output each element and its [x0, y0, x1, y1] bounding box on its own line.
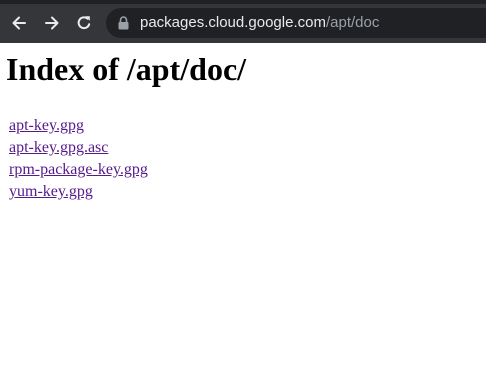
lock-icon: [118, 16, 129, 30]
url-text: packages.cloud.google.com/apt/doc: [140, 14, 379, 32]
file-link-apt-key-gpg[interactable]: apt-key.gpg: [9, 115, 148, 137]
arrow-left-icon: [12, 16, 26, 30]
file-listing: apt-key.gpg apt-key.gpg.asc rpm-package-…: [9, 115, 148, 203]
page-content: Index of /apt/doc/ apt-key.gpg apt-key.g…: [0, 43, 486, 378]
page-title: Index of /apt/doc/: [6, 51, 247, 87]
forward-button[interactable]: [39, 10, 65, 36]
file-link-rpm-package-key-gpg[interactable]: rpm-package-key.gpg: [9, 159, 148, 181]
arrow-right-icon: [45, 16, 59, 30]
reload-button[interactable]: [71, 10, 97, 36]
back-button[interactable]: [6, 10, 32, 36]
file-link-apt-key-gpg-asc[interactable]: apt-key.gpg.asc: [9, 137, 148, 159]
url-path: /apt/doc: [325, 14, 380, 31]
reload-icon: [77, 16, 91, 30]
browser-toolbar: packages.cloud.google.com/apt/doc: [0, 0, 486, 43]
address-bar[interactable]: packages.cloud.google.com/apt/doc: [106, 8, 486, 38]
file-link-yum-key-gpg[interactable]: yum-key.gpg: [9, 181, 148, 203]
url-host: packages.cloud.google.com: [140, 14, 326, 31]
